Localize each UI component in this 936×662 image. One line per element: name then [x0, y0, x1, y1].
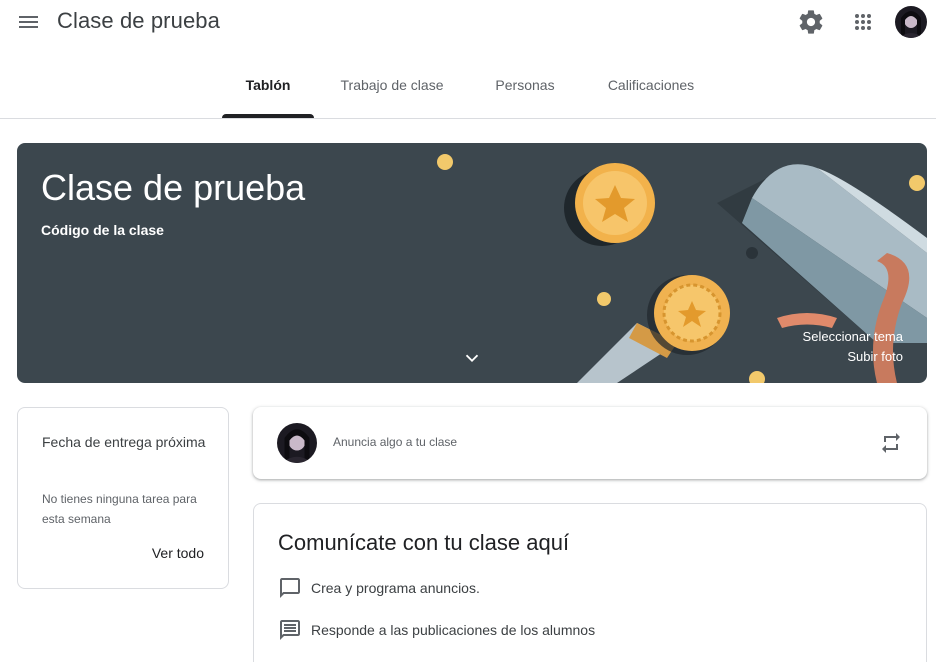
app-title: Clase de prueba [57, 8, 220, 33]
class-code-label[interactable]: Código de la clase [41, 222, 164, 238]
message-list-icon [280, 620, 300, 640]
select-theme-link[interactable]: Seleccionar tema [803, 329, 903, 344]
communicate-card: Comunícate con tu clase aquí Crea y prog… [253, 503, 927, 662]
list-item: Responde a las publicaciones de los alum… [278, 618, 595, 642]
list-item-label: Crea y programa anuncios. [311, 580, 480, 596]
tab-stream[interactable]: Tablón [222, 60, 314, 118]
avatar [277, 423, 317, 463]
list-item-label: Responde a las publicaciones de los alum… [311, 622, 596, 638]
banner-class-title: Clase de prueba [41, 167, 306, 208]
comment-icon [280, 578, 300, 598]
announce-box[interactable]: Anuncia algo a tu clase [253, 407, 927, 479]
upcoming-title: Fecha de entrega próxima [42, 434, 206, 450]
upcoming-card: Fecha de entrega próxima No tienes ningu… [17, 407, 229, 589]
upcoming-empty-text: No tienes ninguna tarea para esta semana [42, 492, 197, 526]
class-banner: Clase de prueba Código de la clase Selec… [17, 143, 927, 383]
apps-grid-icon[interactable] [849, 8, 877, 36]
avatar[interactable] [895, 6, 927, 38]
tab-bar: Tablón Trabajo de clase Personas Calific… [0, 60, 936, 119]
hamburger-menu-icon[interactable] [14, 8, 44, 36]
top-app-bar: Clase de prueba [0, 0, 936, 44]
tab-people[interactable]: Personas [480, 60, 570, 118]
view-all-link[interactable]: Ver todo [152, 545, 204, 561]
upload-photo-link[interactable]: Subir foto [847, 349, 903, 364]
communicate-title: Comunícate con tu clase aquí [278, 530, 570, 555]
gear-icon[interactable] [797, 8, 825, 36]
tab-classwork[interactable]: Trabajo de clase [324, 60, 460, 118]
repost-icon[interactable] [879, 431, 903, 455]
list-item: Crea y programa anuncios. [278, 576, 480, 600]
announce-placeholder[interactable]: Anuncia algo a tu clase [333, 435, 457, 449]
tab-grades[interactable]: Calificaciones [590, 60, 712, 118]
chevron-down-icon[interactable] [461, 347, 483, 369]
